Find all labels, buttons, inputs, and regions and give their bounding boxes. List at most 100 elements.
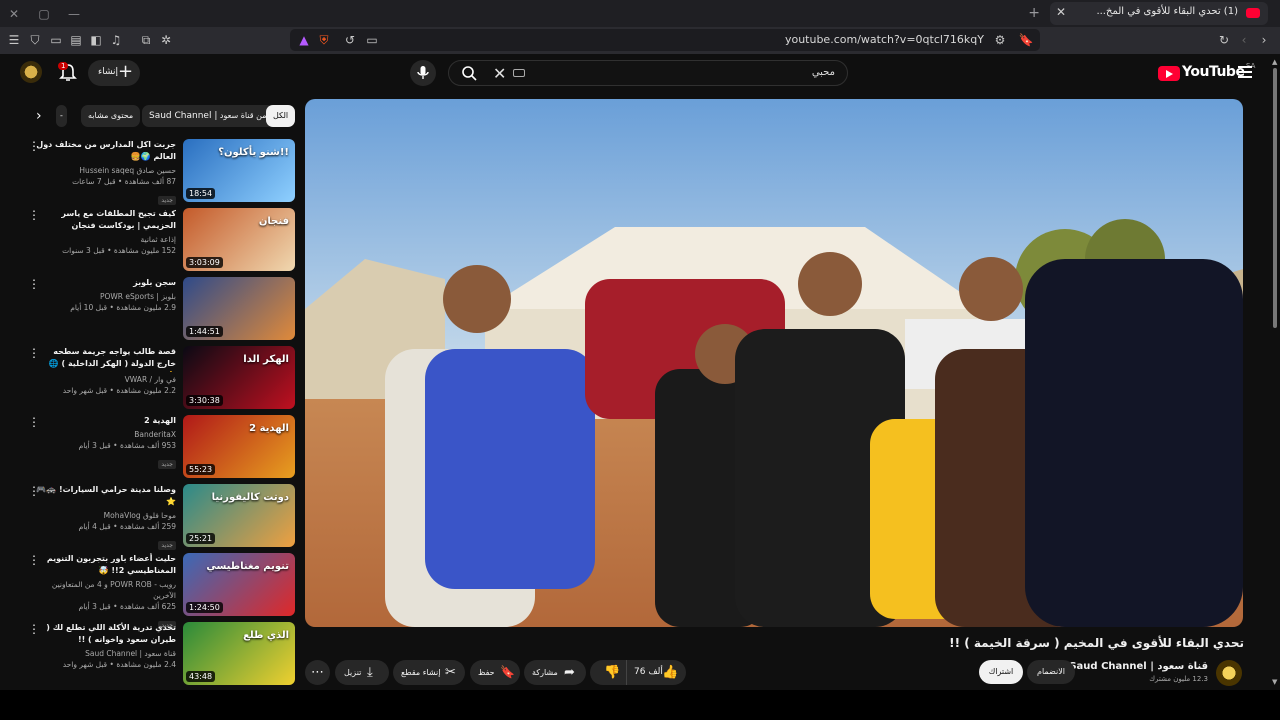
video-thumbnail[interactable]: دوتت كاليفورنيا 25:21 [183,484,295,547]
new-badge: جديد [158,196,176,205]
maximize-window-icon[interactable]: ▢ [36,6,52,22]
clear-search-icon[interactable]: ✕ [493,64,506,83]
video-channel[interactable]: إذاعة ثمانية [36,234,176,245]
video-thumbnail[interactable]: الهدية 2 55:23 [183,415,295,478]
cast-icon[interactable]: ▭ [364,32,380,48]
video-title[interactable]: كيف تجيح المطلقات مع ياسر الحزيمي | بودك… [36,208,176,232]
video-list-item[interactable]: الهدية 2 55:23 الهدية 2 BanderitaX 953 أ… [28,415,298,479]
browser-tab[interactable]: ✕ (1) تحدي البقاء للأقوى في المخ... [1050,2,1268,25]
video-channel[interactable]: بلوبز | POWR eSports [36,291,176,302]
chip-more[interactable]: - [56,105,67,127]
account-avatar[interactable] [20,61,42,83]
clip-button[interactable]: إنشاء مقطع ✂ [393,660,465,685]
brave-shield-icon[interactable]: ⛨ [316,32,332,48]
video-channel[interactable]: رويب - POWR ROB و 4 من المتعاونين الآخري… [36,579,176,601]
video-more-icon[interactable]: ⋮ [28,208,40,222]
video-list-item[interactable]: 1:44:51 سجن بلوبز بلوبز | POWR eSports 2… [28,277,298,341]
create-button[interactable]: إنشاء + [88,60,140,86]
dislike-icon[interactable]: 👎 [604,660,620,685]
address-bar[interactable]: ▲ ⛨ ↺ ▭ youtube.com/watch?v=0qtcl716kqY … [290,29,1040,51]
video-list-item[interactable]: دوتت كاليفورنيا 25:21 وصلنا مدينة حرامي … [28,484,298,550]
search-input[interactable]: محبي [812,67,835,78]
video-duration: 25:21 [186,533,216,544]
video-thumbnail[interactable]: فنجان 3:03:09 [183,208,295,271]
video-thumbnail[interactable]: تنويم مغناطيسي 1:24:50 [183,553,295,616]
video-list-item[interactable]: تنويم مغناطيسي 1:24:50 حليت أعضاء باور ب… [28,553,298,630]
new-tab-icon[interactable]: + [1028,5,1040,21]
video-list-item[interactable]: شنو يأكلون؟!! 18:54 جربت اكل المدارس من … [28,139,298,205]
more-actions-button[interactable]: ⋯ [305,660,330,685]
video-more-icon[interactable]: ⋮ [28,346,40,360]
keyboard-icon[interactable] [513,69,525,77]
search-icon[interactable] [461,65,477,81]
bookmark-icon[interactable]: 🔖 [1018,32,1034,48]
reload-icon[interactable]: ↻ [1216,32,1232,48]
channel-avatar[interactable] [1216,660,1242,686]
video-duration: 55:23 [186,464,216,475]
save-button[interactable]: حفظ 🔖 [470,660,520,685]
chip-related[interactable]: محتوى مشابه [81,105,141,127]
like-icon[interactable]: 👍 [662,660,678,685]
video-list-item[interactable]: فنجان 3:03:09 كيف تجيح المطلقات مع ياسر … [28,208,298,272]
video-channel[interactable]: في وار / VWAR [36,374,176,385]
video-more-icon[interactable]: ⋮ [28,277,40,291]
translate-icon[interactable]: ↺ [342,32,358,48]
browser-tab-strip: ✕ ▢ — + ✕ (1) تحدي البقاء للأقوى في المخ… [0,0,1280,27]
close-window-icon[interactable]: ✕ [6,6,22,22]
voice-search-button[interactable] [410,60,436,86]
video-player[interactable] [305,99,1243,627]
video-thumbnail[interactable]: شنو يأكلون؟!! 18:54 [183,139,295,202]
video-thumbnail[interactable]: 1:44:51 [183,277,295,340]
music-icon[interactable]: ♫ [108,32,124,48]
extensions-icon[interactable]: ✲ [158,32,174,48]
video-channel[interactable]: BanderitaX [36,429,176,440]
video-stats: 2.4 مليون مشاهدة • قبل شهر واحد [62,660,176,669]
search-box[interactable]: ✕ محبي [448,60,848,86]
download-button[interactable]: تنزيل ⤓ [335,660,389,685]
channel-name[interactable]: قناة سعود | Saud Channel ✔ [1058,661,1208,672]
video-list-item[interactable]: الذي طلع 43:48 تحدي تدرية الأكلة اللي تط… [28,622,298,686]
video-thumbnail[interactable]: الذي طلع 43:48 [183,622,295,685]
share-button[interactable]: مشاركة ➦ [524,660,586,685]
chip-all[interactable]: الكل [266,105,296,127]
screenshot-icon[interactable]: ⧉ [138,32,154,48]
video-meta: كيف تجيح المطلقات مع ياسر الحزيمي | بودك… [36,208,176,256]
video-more-icon[interactable]: ⋮ [28,622,40,636]
video-channel[interactable]: قناة سعود | Saud Channel [36,648,176,659]
wallet-icon[interactable]: ▭ [48,32,64,48]
minimize-window-icon[interactable]: — [66,6,82,22]
back-icon[interactable]: ‹ [1236,32,1252,48]
video-title[interactable]: تحدي تدرية الأكلة اللي تطلع لك ( طيران س… [36,622,176,646]
video-title[interactable]: جربت اكل المدارس من مختلف دول العالم 🌍🍔 [36,139,176,163]
chips-next-icon[interactable]: › [36,108,42,124]
video-title[interactable]: حليت أعضاء باور بتجربون التنويم المغناطي… [36,553,176,577]
reader-icon[interactable]: ▤ [68,32,84,48]
shield-icon[interactable]: ⛉ [27,32,43,48]
video-title[interactable]: وصلنا مدينة حرامي السيارات! 🚓🎮⭐ [36,484,176,508]
video-more-icon[interactable]: ⋮ [28,553,40,567]
video-more-icon[interactable]: ⋮ [28,415,40,429]
video-more-icon[interactable]: ⋮ [28,484,40,498]
forward-icon[interactable]: › [1256,32,1272,48]
video-list-item[interactable]: الهكر الدا 3:30:38 قصة طالب يواجه جريمة … [28,346,298,410]
sidebar-icon[interactable]: ◧ [88,32,104,48]
notifications-button[interactable]: 1 [58,62,78,84]
video-channel[interactable]: حسين صادق Hussein saqeq [36,165,176,176]
page-scrollbar[interactable]: ▲ ▼ [1270,58,1280,688]
rewards-icon[interactable]: ▲ [296,32,312,48]
video-title[interactable]: قصة طالب يواجه جريمة سطحه خارج الدولة ( … [36,346,176,372]
join-button[interactable]: الانضمام [1027,660,1075,684]
menu-icon[interactable]: ☰ [6,32,22,48]
video-title[interactable]: سجن بلوبز [36,277,176,289]
video-more-icon[interactable]: ⋮ [28,139,40,153]
subscribe-button[interactable]: اشتراك [979,660,1023,684]
video-thumbnail[interactable]: الهكر الدا 3:30:38 [183,346,295,409]
site-settings-icon[interactable]: ⚙ [992,32,1008,48]
video-title[interactable]: الهدية 2 [36,415,176,427]
video-channel[interactable]: موحا فلوق MohaVlog [36,510,176,521]
close-tab-icon[interactable]: ✕ [1056,5,1066,19]
chip-from-channel[interactable]: Saud Channel | من قناة سعود [142,105,274,127]
guide-menu-icon[interactable] [1238,66,1252,78]
scrollbar-thumb[interactable] [1273,68,1277,328]
bookmark-save-icon: 🔖 [500,665,515,679]
